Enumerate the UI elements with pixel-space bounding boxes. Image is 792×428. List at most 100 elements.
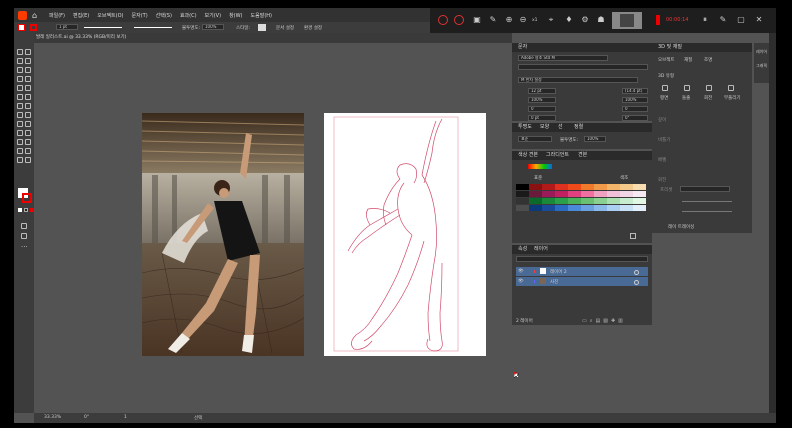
- leading-field[interactable]: (14.4 pt): [622, 88, 648, 94]
- record-circle-icon[interactable]: [438, 15, 448, 25]
- color-swatch[interactable]: [516, 184, 529, 190]
- vertical-scale-field[interactable]: 100%: [528, 97, 556, 103]
- zoom-level[interactable]: 33.33%: [44, 415, 61, 420]
- eraser-tool-icon[interactable]: [25, 85, 31, 91]
- mesh-tool-icon[interactable]: [17, 121, 23, 127]
- 3d-panel-tab[interactable]: 3D 및 재질: [658, 43, 682, 52]
- webcam-thumbnail[interactable]: [612, 12, 642, 29]
- artboard-tool-icon[interactable]: [17, 148, 23, 154]
- menu-edit[interactable]: 편집(E): [73, 12, 89, 19]
- visibility-eye-icon[interactable]: 👁: [518, 269, 524, 274]
- zoom-in-icon[interactable]: ⊕: [504, 15, 514, 25]
- color-swatch[interactable]: [529, 191, 542, 197]
- stroke-swatch[interactable]: [30, 24, 37, 31]
- screen-mode-icon[interactable]: [21, 233, 27, 239]
- draw-mode-icon[interactable]: [21, 223, 27, 229]
- color-swatch[interactable]: [633, 191, 646, 197]
- color-swatch[interactable]: [620, 198, 633, 204]
- color-swatch[interactable]: [542, 184, 555, 190]
- more-tools-icon[interactable]: ···: [21, 243, 28, 251]
- dock-item-layers[interactable]: 레이어: [756, 49, 767, 55]
- plane-type-icon[interactable]: [662, 85, 668, 91]
- menu-type[interactable]: 문자(T): [132, 12, 148, 19]
- perspective-grid-tool-icon[interactable]: [25, 112, 31, 118]
- cursor-icon[interactable]: ⌖: [546, 15, 556, 25]
- opacity-field[interactable]: 100%: [584, 136, 606, 142]
- character-panel-tab[interactable]: 문자: [518, 43, 527, 52]
- dock-item-graphics[interactable]: 그래픽: [756, 63, 767, 69]
- color-swatch[interactable]: [594, 205, 607, 211]
- line-tool-icon[interactable]: [25, 67, 31, 73]
- drop-icon[interactable]: ♦: [564, 15, 574, 25]
- rotation-slider-x[interactable]: [682, 201, 732, 202]
- menu-view[interactable]: 보기(V): [205, 12, 222, 19]
- stroke-profile[interactable]: [84, 27, 122, 28]
- color-swatch[interactable]: [555, 198, 568, 204]
- document-tab[interactable]: 발레 일러스트.ai @ 33.33% (RGB/미리 보기): [36, 33, 126, 43]
- color-swatch[interactable]: [529, 205, 542, 211]
- color-swatch[interactable]: [620, 205, 633, 211]
- color-swatch[interactable]: [607, 184, 620, 190]
- dancer-photo[interactable]: [142, 113, 304, 356]
- color-swatch[interactable]: [581, 184, 594, 190]
- inflate-type-icon[interactable]: [728, 85, 734, 91]
- color-swatch[interactable]: [555, 205, 568, 211]
- color-swatch[interactable]: [568, 205, 581, 211]
- color-swatch[interactable]: [568, 184, 581, 190]
- menu-object[interactable]: 오브젝트(O): [97, 12, 123, 19]
- shape-builder-tool-icon[interactable]: [17, 112, 23, 118]
- color-swatch[interactable]: [516, 205, 529, 211]
- close-recorder-icon[interactable]: ✕: [754, 15, 764, 25]
- menu-select[interactable]: 선택(S): [156, 12, 172, 19]
- tab-color-guide[interactable]: 색상 견본: [518, 151, 538, 160]
- color-swatch[interactable]: [516, 191, 529, 197]
- screenshot-icon[interactable]: ▣: [472, 15, 482, 25]
- tab-transparency[interactable]: 투명도: [518, 123, 532, 132]
- tab-appearance[interactable]: 모양: [540, 123, 549, 132]
- rectangle-tool-icon[interactable]: [17, 76, 23, 82]
- tracking-field[interactable]: 0: [622, 106, 648, 112]
- font-style-select[interactable]: [518, 64, 648, 70]
- stop-circle-icon[interactable]: [454, 15, 464, 25]
- tab-stroke[interactable]: 선: [558, 123, 563, 132]
- menu-effect[interactable]: 효과(C): [180, 12, 197, 19]
- free-transform-tool-icon[interactable]: [25, 103, 31, 109]
- column-graph-tool-icon[interactable]: [25, 139, 31, 145]
- color-swatch[interactable]: [542, 191, 555, 197]
- font-family-select[interactable]: Adobe 명조 Std M: [518, 55, 608, 61]
- doc-setup-button[interactable]: 문서 설정: [276, 25, 294, 31]
- gradient-tool-icon[interactable]: [25, 121, 31, 127]
- color-swatch[interactable]: [542, 198, 555, 204]
- tab-properties[interactable]: 속성: [518, 245, 527, 254]
- vertical-scrollbar[interactable]: [769, 33, 776, 423]
- color-mode-icon[interactable]: [18, 208, 22, 212]
- color-swatch[interactable]: [607, 205, 620, 211]
- font-size-field[interactable]: 12 pt: [528, 88, 556, 94]
- edit-icon[interactable]: ✎: [718, 15, 728, 25]
- menu-window[interactable]: 창(W): [229, 12, 242, 19]
- pen-tool-icon[interactable]: [17, 58, 23, 64]
- direct-selection-tool-icon[interactable]: [25, 49, 31, 55]
- color-swatch[interactable]: [529, 198, 542, 204]
- color-swatch[interactable]: [581, 191, 594, 197]
- color-swatch[interactable]: [568, 198, 581, 204]
- layer-row[interactable]: 👁 사진: [516, 277, 648, 286]
- color-swatch[interactable]: [620, 184, 633, 190]
- menu-file[interactable]: 파일(F): [49, 12, 65, 19]
- color-swatch[interactable]: [633, 184, 646, 190]
- opacity-field[interactable]: 100%: [202, 24, 224, 30]
- color-swatch[interactable]: [516, 198, 529, 204]
- fill-swatch[interactable]: [18, 24, 25, 31]
- color-swatch[interactable]: [581, 198, 594, 204]
- color-swatch[interactable]: [555, 184, 568, 190]
- color-swatch[interactable]: [581, 205, 594, 211]
- mic-icon[interactable]: ☗: [596, 15, 606, 25]
- style-swatch[interactable]: [258, 24, 266, 31]
- hand-tool-icon[interactable]: [17, 157, 23, 163]
- extrude-type-icon[interactable]: [684, 85, 690, 91]
- visibility-eye-icon[interactable]: 👁: [518, 279, 524, 284]
- type-tool-icon[interactable]: [17, 67, 23, 73]
- color-swatch[interactable]: [594, 184, 607, 190]
- zoom-out-icon[interactable]: ⊖: [518, 15, 528, 25]
- target-icon[interactable]: [634, 280, 639, 285]
